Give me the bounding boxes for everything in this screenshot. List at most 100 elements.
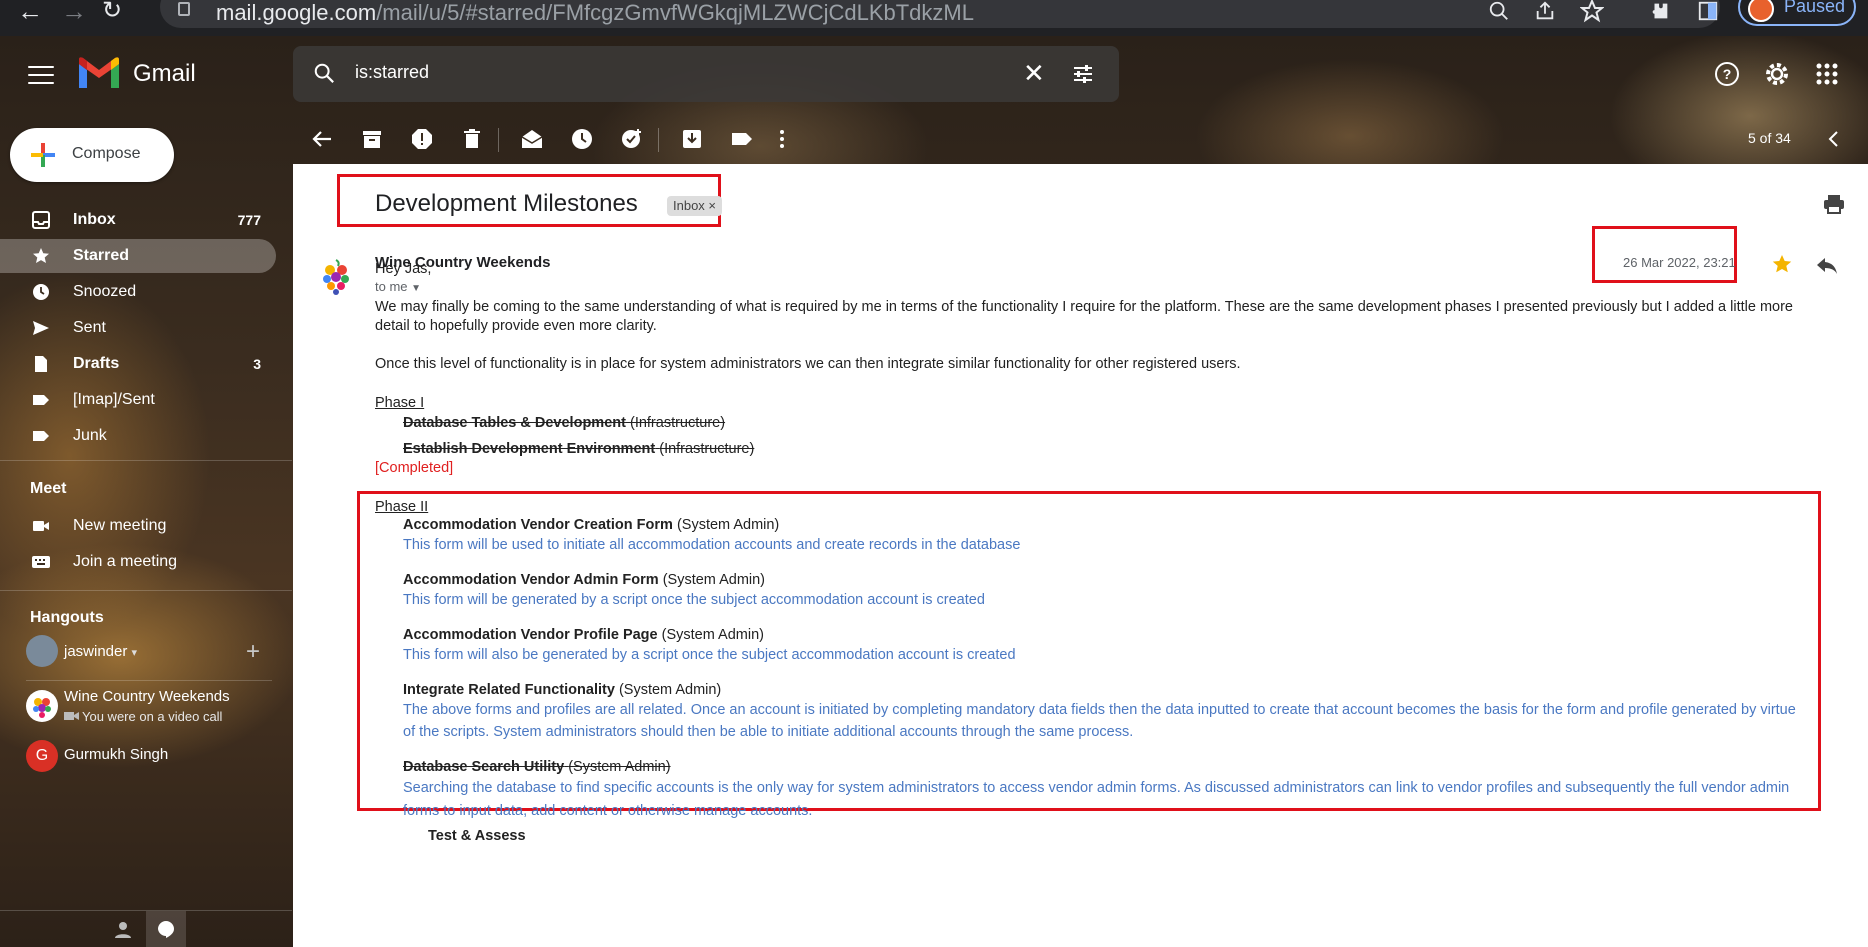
join-meeting-item[interactable]: Join a meeting (0, 545, 276, 579)
draft-icon (35, 356, 47, 372)
contact-avatar[interactable] (26, 690, 58, 722)
address-bar[interactable]: mail.google.com/mail/u/5/#starred/FMfcgz… (160, 0, 1720, 28)
toolbar-separator (658, 128, 659, 152)
mark-unread-icon[interactable] (521, 128, 543, 150)
snooze-icon[interactable] (571, 128, 593, 150)
bookmark-star-icon[interactable] (1580, 0, 1604, 23)
delete-icon[interactable] (461, 128, 483, 150)
contact-name[interactable]: Gurmukh Singh (64, 746, 168, 763)
clear-search-icon[interactable]: ✕ (1023, 58, 1045, 89)
sidebar-item-drafts[interactable]: Drafts 3 (0, 347, 276, 381)
new-meeting-label: New meeting (73, 517, 167, 534)
more-options-icon[interactable] (771, 128, 793, 150)
message-panel: Development Milestones Inbox × Wine Coun… (293, 164, 1868, 947)
drafts-count: 3 (253, 356, 261, 372)
compose-button[interactable]: Compose (10, 128, 174, 182)
body-paragraph: detail to hopefully provide even more cl… (375, 318, 657, 334)
print-icon[interactable] (1823, 193, 1845, 215)
label-icon (33, 431, 49, 441)
person-icon[interactable] (114, 921, 132, 939)
reload-icon[interactable]: ↻ (96, 0, 128, 28)
search-options-icon[interactable] (1071, 62, 1095, 86)
sidebar-item-label: Junk (73, 427, 107, 444)
forward-icon[interactable]: → (58, 0, 90, 28)
sidebar-divider (0, 590, 292, 591)
search-icon[interactable] (1488, 0, 1510, 22)
back-to-list-icon[interactable] (311, 128, 333, 150)
plus-icon (31, 143, 55, 167)
video-camera-icon (33, 521, 49, 531)
phase-item: Database Search Utility (System Admin) (403, 759, 671, 775)
body-paragraph: Once this level of functionality is in p… (375, 356, 1241, 372)
phase-item-description: This form will be used to initiate all a… (403, 537, 1021, 553)
sidebar-item-junk[interactable]: Junk (0, 419, 276, 453)
sidebar-item-label: Starred (73, 247, 130, 264)
gmail-logo-icon[interactable] (77, 56, 121, 90)
phase-item-description: This form will also be generated by a sc… (403, 647, 1016, 663)
help-icon[interactable]: ? (1713, 60, 1741, 88)
sidebar-item-label: Sent (73, 319, 106, 336)
apps-grid-icon[interactable] (1813, 60, 1841, 88)
search-icon[interactable] (313, 62, 335, 84)
phase-item: Accommodation Vendor Creation Form (Syst… (403, 517, 780, 533)
hangouts-user[interactable]: jaswinder ▾ (64, 643, 137, 660)
label-icon (33, 395, 49, 405)
chat-tab[interactable] (146, 911, 186, 947)
sidebar-item-snoozed[interactable]: Snoozed (0, 275, 276, 309)
contact-avatar[interactable]: G (26, 740, 58, 772)
profile-paused-button[interactable]: Paused (1738, 0, 1856, 26)
phase-item-description: The above forms and profiles are all rel… (403, 702, 1796, 718)
report-spam-icon[interactable] (411, 128, 433, 150)
phase-item: Integrate Related Functionality (System … (403, 682, 722, 698)
lock-icon (178, 2, 190, 16)
video-call-icon (64, 712, 79, 720)
sidebar-item-imap-sent[interactable]: [Imap]/Sent (0, 383, 276, 417)
url-text[interactable]: mail.google.com/mail/u/5/#starred/FMfcgz… (216, 0, 974, 26)
gmail-logo-text[interactable]: Gmail (133, 60, 196, 88)
settings-gear-icon[interactable] (1763, 60, 1791, 88)
hangouts-footer (0, 910, 292, 947)
search-input[interactable] (355, 62, 955, 83)
star-icon[interactable] (1771, 253, 1793, 275)
meet-section-title: Meet (30, 480, 67, 497)
extensions-icon[interactable] (1648, 0, 1672, 22)
search-bar[interactable]: ✕ (293, 46, 1119, 102)
archive-icon[interactable] (361, 128, 383, 150)
sidebar-item-label: Inbox (73, 211, 116, 228)
back-icon[interactable]: ← (14, 0, 46, 28)
sidebar-item-inbox[interactable]: Inbox 777 (0, 203, 276, 237)
sidebar-item-sent[interactable]: Sent (0, 311, 276, 345)
inbox-label-chip[interactable]: Inbox × (667, 196, 723, 216)
side-panel-icon[interactable] (1696, 0, 1720, 22)
user-avatar[interactable] (26, 635, 58, 667)
new-meeting-item[interactable]: New meeting (0, 509, 276, 543)
share-icon[interactable] (1534, 0, 1556, 22)
phase-item: Accommodation Vendor Admin Form (System … (403, 572, 766, 588)
contact-status: You were on a video call (64, 709, 222, 724)
newer-chevron-left-icon[interactable] (1823, 128, 1845, 150)
toolbar-separator (498, 128, 499, 152)
move-to-icon[interactable] (681, 128, 703, 150)
phase-item-description: This form will be generated by a script … (403, 592, 985, 608)
sidebar-item-starred[interactable]: Starred (0, 239, 276, 273)
message-date: 26 Mar 2022, 23:21 (1623, 255, 1736, 270)
recipient-details[interactable]: to me ▼ (375, 279, 421, 294)
sidebar-divider (0, 460, 292, 461)
contact-name[interactable]: Wine Country Weekends (64, 688, 230, 705)
add-task-icon[interactable] (621, 128, 643, 150)
phase-item: Database Tables & Development (Infrastru… (403, 415, 726, 431)
phase-1-status: [Completed] (375, 460, 454, 476)
sidebar-item-label: Drafts (73, 355, 120, 372)
reply-icon[interactable] (1815, 254, 1839, 276)
keyboard-icon (32, 556, 50, 568)
star-icon (33, 248, 49, 263)
add-contact-icon[interactable]: + (246, 638, 260, 666)
sender-avatar[interactable] (319, 258, 353, 296)
sidebar-item-label: [Imap]/Sent (73, 391, 155, 408)
labels-icon[interactable] (731, 128, 753, 150)
main-menu-icon[interactable] (28, 66, 54, 86)
phase-item: Establish Development Environment (Infra… (403, 441, 755, 457)
phase-1-title: Phase I (375, 395, 425, 411)
message-toolbar: 5 of 34 (293, 114, 1868, 164)
phase-item: Accommodation Vendor Profile Page (Syste… (403, 627, 764, 643)
